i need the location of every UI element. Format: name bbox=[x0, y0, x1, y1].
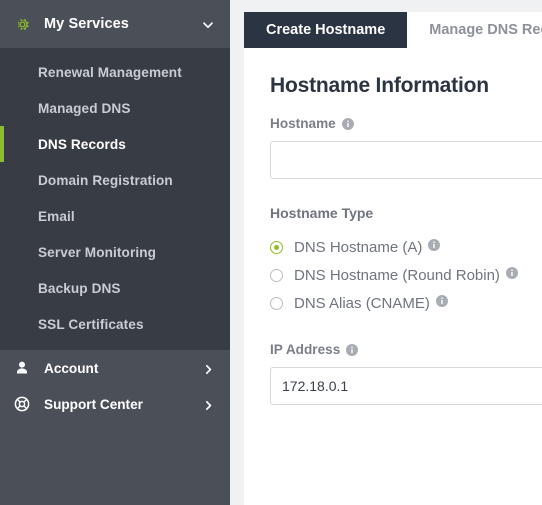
tab-create-hostname[interactable]: Create Hostname bbox=[244, 12, 408, 48]
info-icon[interactable] bbox=[505, 266, 518, 279]
sidebar-item-ssl-certificates[interactable]: SSL Certificates bbox=[0, 306, 230, 342]
info-icon[interactable] bbox=[341, 117, 354, 130]
main-content: Create Hostname Manage DNS Records Hostn… bbox=[230, 0, 542, 505]
user-icon bbox=[14, 360, 30, 376]
sidebar-item-label: Domain Registration bbox=[38, 172, 173, 188]
tab-label: Create Hostname bbox=[266, 22, 386, 38]
hostname-label-text: Hostname bbox=[270, 116, 336, 131]
info-icon[interactable] bbox=[346, 343, 359, 356]
sidebar-item-server-monitoring[interactable]: Server Monitoring bbox=[0, 234, 230, 270]
app-root: My Services Renewal Management Managed D… bbox=[0, 0, 542, 505]
chevron-right-icon bbox=[203, 363, 214, 374]
sidebar-bottom-section: Account Support Center bbox=[0, 350, 230, 505]
page-title: Hostname Information bbox=[270, 74, 489, 97]
info-icon[interactable] bbox=[428, 238, 441, 251]
tab-bar: Create Hostname Manage DNS Records bbox=[244, 0, 542, 48]
sidebar-item-label: Backup DNS bbox=[38, 280, 121, 296]
radio-option-dns-hostname-a[interactable]: DNS Hostname (A) bbox=[270, 235, 542, 260]
sidebar-item-label: Managed DNS bbox=[38, 100, 131, 116]
sidebar-header-label: My Services bbox=[44, 16, 129, 32]
tab-label: Manage DNS Records bbox=[429, 22, 542, 38]
sidebar-item-dns-records[interactable]: DNS Records bbox=[0, 126, 230, 162]
sidebar-header-my-services[interactable]: My Services bbox=[0, 0, 230, 48]
ip-address-input[interactable] bbox=[270, 367, 542, 405]
ip-address-label-text: IP Address bbox=[270, 342, 341, 357]
sidebar-submenu: Renewal Management Managed DNS DNS Recor… bbox=[0, 48, 230, 350]
radio-label: DNS Hostname (A) bbox=[294, 239, 423, 256]
hostname-input[interactable] bbox=[270, 141, 542, 179]
radio-button[interactable] bbox=[270, 269, 283, 282]
chevron-down-icon bbox=[202, 18, 214, 30]
sidebar-item-managed-dns[interactable]: Managed DNS bbox=[0, 90, 230, 126]
sidebar-item-domain-registration[interactable]: Domain Registration bbox=[0, 162, 230, 198]
sidebar-item-label: DNS Records bbox=[38, 136, 126, 152]
sidebar-item-account[interactable]: Account bbox=[0, 350, 230, 386]
ip-address-block: IP Address bbox=[270, 342, 542, 405]
radio-option-dns-alias-cname[interactable]: DNS Alias (CNAME) bbox=[270, 291, 542, 316]
hostname-type-group-title: Hostname Type bbox=[270, 205, 374, 221]
sidebar-item-backup-dns[interactable]: Backup DNS bbox=[0, 270, 230, 306]
sidebar-item-email[interactable]: Email bbox=[0, 198, 230, 234]
ip-address-field-label: IP Address bbox=[270, 342, 542, 357]
radio-option-dns-hostname-round-robin[interactable]: DNS Hostname (Round Robin) bbox=[270, 263, 542, 288]
tab-manage-dns-records[interactable]: Manage DNS Records bbox=[407, 12, 542, 48]
gear-icon bbox=[14, 16, 31, 33]
radio-button[interactable] bbox=[270, 241, 283, 254]
sidebar-item-label: SSL Certificates bbox=[38, 316, 144, 332]
hostname-information-card: Hostname Information Hostname Hostname T… bbox=[244, 48, 542, 505]
radio-label: DNS Hostname (Round Robin) bbox=[294, 267, 500, 284]
sidebar-item-support-center[interactable]: Support Center bbox=[0, 386, 230, 422]
sidebar-item-label: Email bbox=[38, 208, 75, 224]
sidebar: My Services Renewal Management Managed D… bbox=[0, 0, 230, 505]
sidebar-item-label: Account bbox=[44, 360, 99, 376]
lifebuoy-icon bbox=[14, 396, 30, 412]
sidebar-item-renewal-management[interactable]: Renewal Management bbox=[0, 54, 230, 90]
sidebar-item-label: Support Center bbox=[44, 396, 143, 412]
radio-button[interactable] bbox=[270, 297, 283, 310]
radio-label: DNS Alias (CNAME) bbox=[294, 295, 430, 312]
sidebar-item-label: Renewal Management bbox=[38, 64, 182, 80]
info-icon[interactable] bbox=[435, 294, 448, 307]
hostname-field-label: Hostname bbox=[270, 116, 542, 131]
chevron-right-icon bbox=[203, 399, 214, 410]
sidebar-item-label: Server Monitoring bbox=[38, 244, 157, 260]
